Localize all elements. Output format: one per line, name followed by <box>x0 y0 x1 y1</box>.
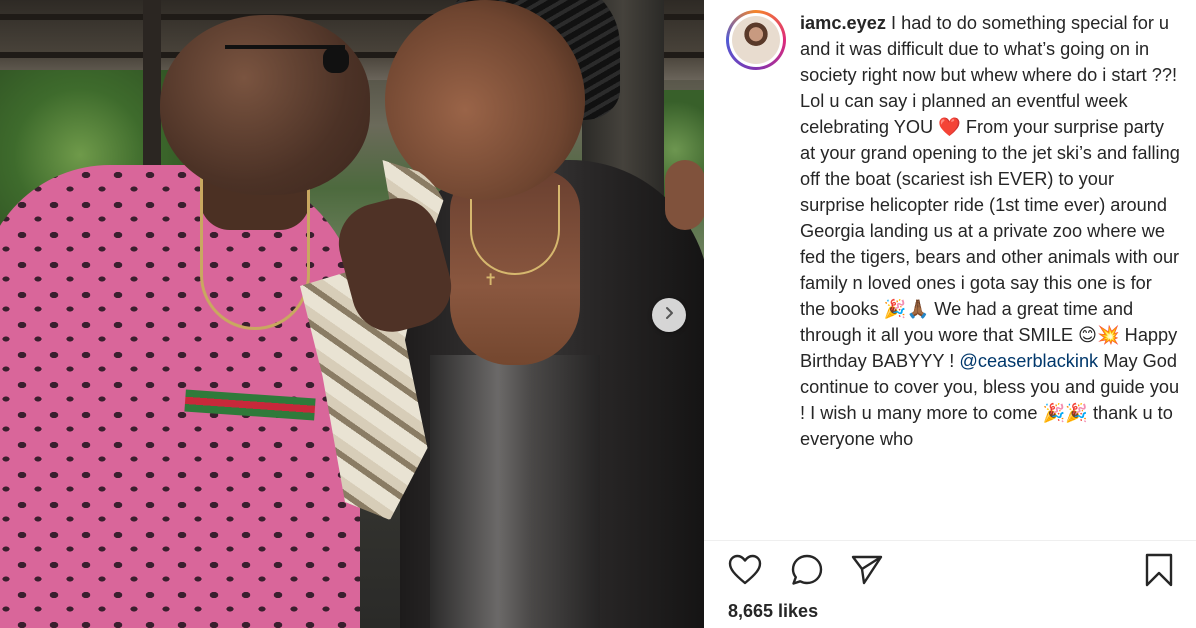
party-emoji: 🎉🎉 <box>1042 403 1088 423</box>
likes-count[interactable]: 8,665 likes <box>728 601 818 622</box>
heart-emoji: ❤️ <box>938 117 961 137</box>
post-photo[interactable]: ✝ <box>0 0 704 628</box>
sunglasses <box>225 45 349 73</box>
action-bar <box>726 553 1176 593</box>
cross-pendant: ✝ <box>484 272 498 289</box>
paper-plane-icon <box>850 554 884 591</box>
smile-emoji: 😊💥 <box>1078 325 1120 345</box>
divider <box>704 540 1196 541</box>
heart-outline-icon <box>728 554 762 591</box>
avatar-gap <box>729 13 783 67</box>
avatar-image <box>732 16 780 64</box>
post-caption: iamc.eyez I had to do something special … <box>800 10 1180 530</box>
woman-head <box>385 0 585 200</box>
woman-hand <box>665 160 704 230</box>
man-head <box>160 15 370 195</box>
comment-bubble-icon <box>790 553 824 592</box>
like-button[interactable] <box>726 553 764 591</box>
next-photo-button[interactable] <box>652 298 686 332</box>
post-side-panel: iamc.eyez I had to do something special … <box>704 0 1196 628</box>
party-emoji: 🎉🙏🏾 <box>883 299 930 319</box>
avatar[interactable] <box>726 10 786 70</box>
save-button[interactable] <box>1140 553 1178 591</box>
chevron-right-icon <box>662 306 676 325</box>
comment-button[interactable] <box>788 553 826 591</box>
username-link[interactable]: iamc.eyez <box>800 13 886 33</box>
caption-text: From your surprise party at your grand o… <box>800 117 1180 319</box>
woman-top <box>430 355 600 628</box>
bookmark-icon <box>1144 552 1174 593</box>
mention-link[interactable]: @ceaserblackink <box>959 351 1098 371</box>
photo-pole <box>143 0 161 190</box>
share-button[interactable] <box>848 553 886 591</box>
